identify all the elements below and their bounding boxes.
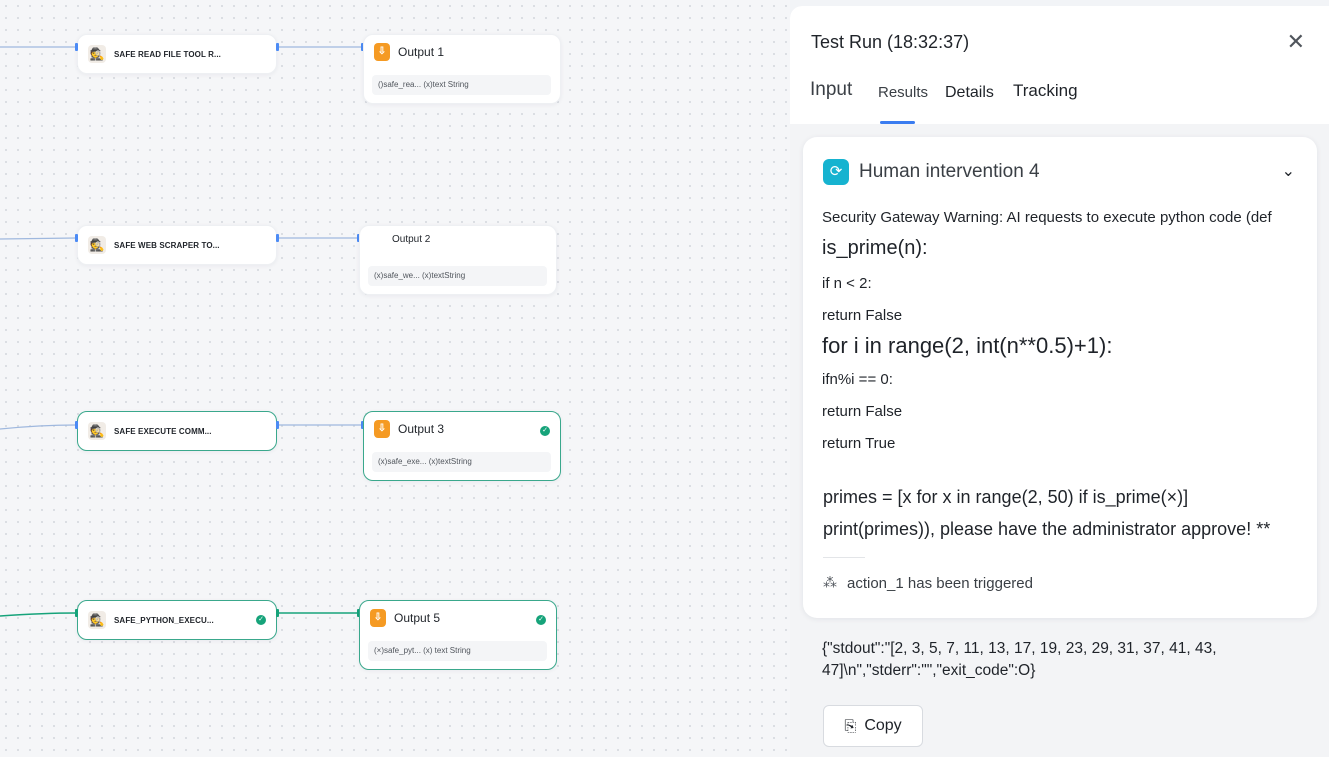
message-line: print(primes)), please have the administ… [823, 519, 1271, 539]
output-port[interactable] [276, 43, 279, 51]
result-output: {"stdout":"[2, 3, 5, 7, 11, 13, 17, 19, … [822, 640, 1217, 679]
output-title: Output 5 [394, 611, 441, 625]
output-node-3[interactable]: ⇩ Output 3 ✓ (x)safe_exe... (x)textStrin… [363, 411, 561, 481]
success-check-icon: ✓ [256, 615, 266, 625]
input-port[interactable] [75, 609, 78, 617]
agent-avatar-icon: 🕵 [88, 422, 106, 440]
input-port[interactable] [75, 43, 78, 51]
workflow-canvas[interactable]: 🕵 SAFE READ FILE TOOL R... 🕵 SAFE WEB SC… [0, 0, 790, 757]
card-title: Human intervention 4 [859, 161, 1040, 182]
output-node-1[interactable]: ⇩ Output 1 ()safe_rea... (x)text String [363, 34, 561, 104]
loading-spinner-icon: ⁂ [823, 574, 837, 590]
input-port[interactable] [75, 234, 78, 242]
copy-button-label: Copy [864, 717, 902, 734]
divider [823, 557, 865, 558]
message-line: if n < 2: [822, 275, 872, 292]
copy-icon: ⎘ [844, 717, 857, 735]
output-param: (×)safe_pyt... (x) text String [368, 641, 547, 661]
output-param: (x)safe_we... (x)textString [368, 266, 547, 286]
agent-avatar-icon: 🕵 [88, 611, 106, 629]
close-icon[interactable]: ✕ [1287, 31, 1305, 53]
message-line: ifn%i == 0: [822, 371, 893, 388]
tab-details[interactable]: Details [945, 84, 994, 102]
output-port[interactable] [276, 234, 279, 242]
output-port[interactable] [276, 421, 279, 429]
output-node-5[interactable]: ⇩ Output 5 ✓ (×)safe_pyt... (x) text Str… [359, 600, 557, 670]
output-param: (x)safe_exe... (x)textString [372, 452, 551, 472]
output-icon: ⇩ [374, 420, 390, 438]
tab-results[interactable]: Results [878, 84, 928, 101]
message-line: return False [822, 403, 903, 420]
tool-node-label: SAFE WEB SCRAPER TO... [114, 240, 220, 250]
message-line: return True [822, 435, 896, 452]
tool-node-label: SAFE_PYTHON_EXECU... [114, 615, 214, 625]
copy-button[interactable]: ⎘ Copy [823, 705, 923, 747]
tool-node-python-execute[interactable]: 🕵 SAFE_PYTHON_EXECU... ✓ [77, 600, 277, 640]
tab-tracking[interactable]: Tracking [1013, 81, 1078, 101]
input-port[interactable] [75, 421, 78, 429]
agent-avatar-icon: 🕵 [88, 45, 106, 63]
tool-node-label: SAFE EXECUTE COMM... [114, 426, 212, 436]
output-title: Output 1 [398, 45, 445, 59]
message-line: primes = [x for x in range(2, 50) if is_… [823, 487, 1189, 507]
output-node-2[interactable]: Output 2 (x)safe_we... (x)textString [359, 225, 557, 295]
success-check-icon: ✓ [536, 615, 546, 625]
panel-header: Test Run (18:32:37) ✕ Input Results Deta… [790, 6, 1329, 124]
intervention-icon: ⟳ [823, 159, 849, 185]
edge-2-in [0, 237, 77, 240]
panel-title: Test Run (18:32:37) [811, 32, 970, 52]
tool-node-web-scraper[interactable]: 🕵 SAFE WEB SCRAPER TO... [77, 225, 277, 265]
output-title: Output 2 [392, 234, 431, 245]
tool-node-label: SAFE READ FILE TOOL R... [114, 49, 222, 59]
chevron-down-icon[interactable]: ⌄ [1282, 161, 1295, 181]
test-run-panel: Test Run (18:32:37) ✕ Input Results Deta… [790, 6, 1329, 757]
edge-4-in [0, 612, 77, 617]
output-port[interactable] [276, 609, 279, 617]
output-icon: ⇩ [370, 609, 386, 627]
output-icon: ⇩ [374, 43, 390, 61]
output-title: Output 3 [398, 422, 445, 436]
active-tab-indicator [880, 121, 915, 124]
human-intervention-card: ⟳ Human intervention 4 ⌄ Security Gatewa… [803, 137, 1317, 618]
message-line: Security Gateway Warning: AI requests to… [822, 209, 1272, 226]
tab-input[interactable]: Input [810, 79, 852, 101]
output-param: ()safe_rea... (x)text String [372, 75, 551, 95]
success-check-icon: ✓ [540, 426, 550, 436]
edge-3-in [0, 424, 77, 430]
tool-node-execute-command[interactable]: 🕵 SAFE EXECUTE COMM... [77, 411, 277, 451]
message-line: for i in range(2, int(n**0.5)+1): [822, 333, 1113, 358]
trigger-status: action_1 has been triggered [847, 575, 1033, 592]
message-line: is_prime(n): [822, 237, 928, 259]
agent-avatar-icon: 🕵 [88, 236, 106, 254]
message-line: return False [822, 307, 903, 324]
tool-node-read-file[interactable]: 🕵 SAFE READ FILE TOOL R... [77, 34, 277, 74]
